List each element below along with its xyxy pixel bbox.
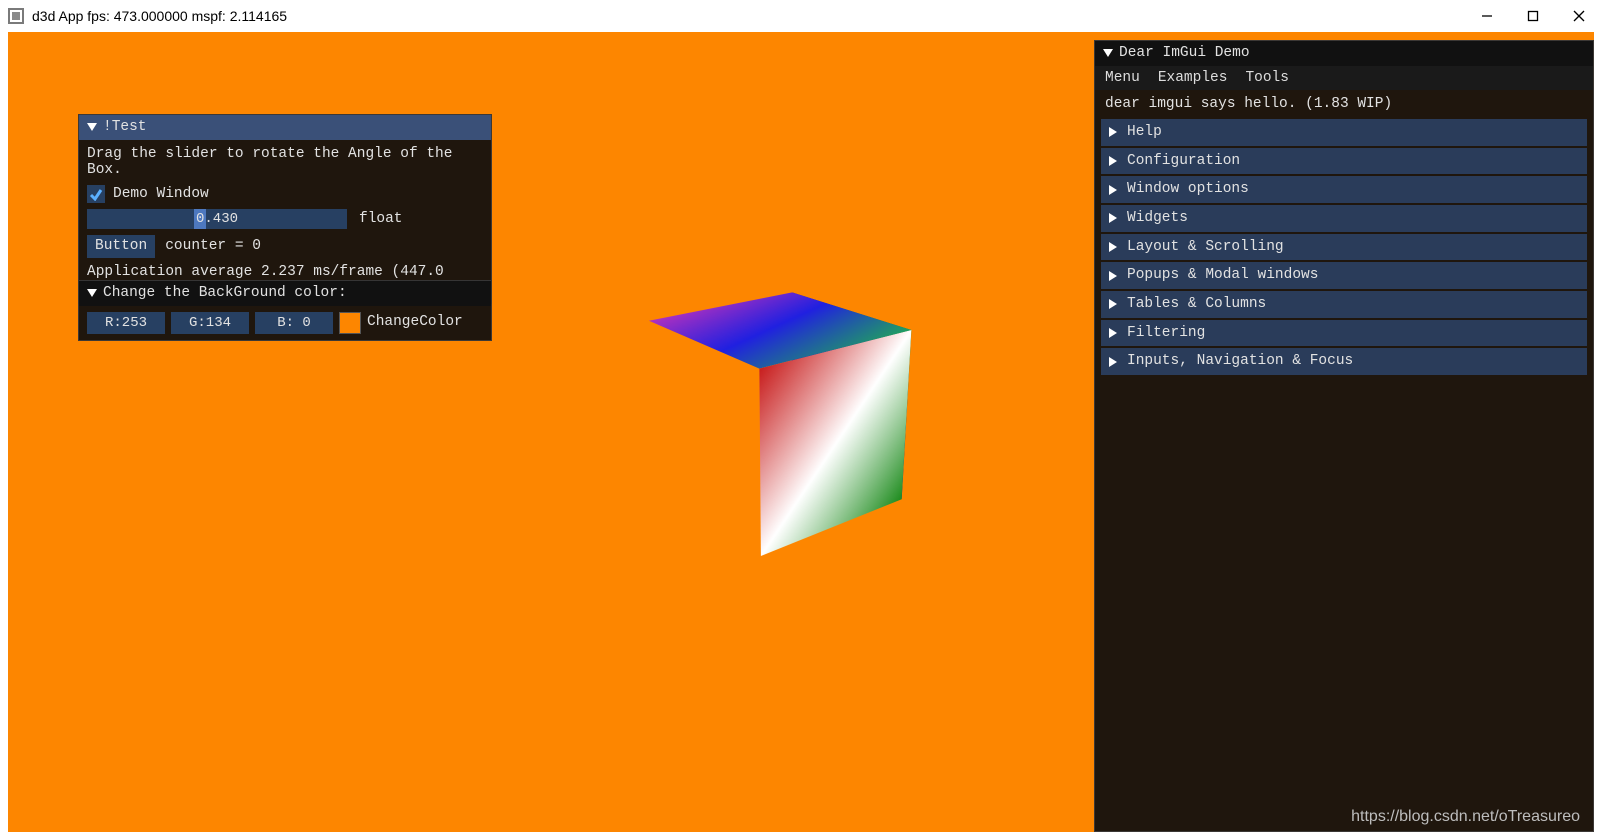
color-b-drag[interactable]: B: 0 (255, 312, 333, 334)
demo-section[interactable]: Configuration (1101, 148, 1587, 175)
chevron-right-icon (1109, 242, 1117, 252)
app-icon (8, 8, 24, 24)
demo-section[interactable]: Help (1101, 119, 1587, 146)
slider-value-text: 0.430 (87, 211, 347, 227)
chevron-right-icon (1109, 271, 1117, 281)
demo-window[interactable]: Dear ImGui Demo Menu Examples Tools dear… (1094, 40, 1594, 832)
box-3d (648, 282, 908, 542)
window-controls (1464, 0, 1602, 32)
checkbox-box (87, 185, 105, 203)
collapse-icon[interactable] (87, 289, 97, 297)
color-panel-titlebar[interactable]: Change the BackGround color: (79, 281, 491, 306)
demo-section-list: Help Configuration Window options Widgets La… (1095, 119, 1593, 381)
close-icon (1573, 10, 1585, 22)
maximize-button[interactable] (1510, 0, 1556, 32)
color-swatch[interactable] (339, 312, 361, 334)
demo-section-label: Popups & Modal windows (1127, 267, 1318, 284)
demo-section-label: Help (1127, 124, 1162, 141)
demo-section[interactable]: Popups & Modal windows (1101, 262, 1587, 289)
demo-window-checkbox[interactable]: Demo Window (87, 185, 483, 203)
chevron-right-icon (1109, 185, 1117, 195)
color-panel-title: Change the BackGround color: (103, 285, 347, 302)
demo-section-label: Filtering (1127, 325, 1205, 342)
check-icon (89, 187, 103, 201)
test-panel[interactable]: !Test Drag the slider to rotate the Angl… (78, 114, 492, 304)
demo-section[interactable]: Layout & Scrolling (1101, 234, 1587, 261)
demo-section-label: Configuration (1127, 153, 1240, 170)
demo-section[interactable]: Window options (1101, 176, 1587, 203)
color-r-drag[interactable]: R:253 (87, 312, 165, 334)
color-g-drag[interactable]: G:134 (171, 312, 249, 334)
demo-section-label: Inputs, Navigation & Focus (1127, 353, 1353, 370)
minimize-icon (1481, 10, 1493, 22)
demo-section-label: Widgets (1127, 210, 1188, 227)
demo-section[interactable]: Inputs, Navigation & Focus (1101, 348, 1587, 375)
slider-label: float (359, 211, 403, 228)
instruction-text: Drag the slider to rotate the Angle of t… (87, 146, 483, 179)
demo-section[interactable]: Widgets (1101, 205, 1587, 232)
counter-text: counter = 0 (165, 238, 261, 255)
demo-titlebar[interactable]: Dear ImGui Demo (1095, 41, 1593, 66)
demo-section-label: Tables & Columns (1127, 296, 1266, 313)
demo-section[interactable]: Tables & Columns (1101, 291, 1587, 318)
maximize-icon (1527, 10, 1539, 22)
collapse-icon[interactable] (87, 123, 97, 131)
window-titlebar: d3d App fps: 473.000000 mspf: 2.114165 (0, 0, 1602, 32)
minimize-button[interactable] (1464, 0, 1510, 32)
chevron-right-icon (1109, 328, 1117, 338)
chevron-right-icon (1109, 213, 1117, 223)
menu-menu[interactable]: Menu (1105, 70, 1140, 87)
demo-hello-text: dear imgui says hello. (1.83 WIP) (1095, 90, 1593, 119)
window-title: d3d App fps: 473.000000 mspf: 2.114165 (32, 8, 287, 24)
demo-section-label: Layout & Scrolling (1127, 239, 1284, 256)
watermark-text: https://blog.csdn.net/oTreasureo (1351, 808, 1580, 826)
button[interactable]: Button (87, 235, 155, 258)
test-panel-titlebar[interactable]: !Test (79, 115, 491, 140)
color-panel[interactable]: Change the BackGround color: R:253 G:134… (78, 280, 492, 341)
demo-title: Dear ImGui Demo (1119, 45, 1250, 62)
viewport: !Test Drag the slider to rotate the Angl… (8, 32, 1594, 832)
float-slider[interactable]: 0.430 (87, 209, 347, 229)
demo-section-label: Window options (1127, 181, 1249, 198)
color-label: ChangeColor (367, 314, 463, 331)
demo-menubar: Menu Examples Tools (1095, 66, 1593, 91)
menu-tools[interactable]: Tools (1245, 70, 1289, 87)
demo-section[interactable]: Filtering (1101, 320, 1587, 347)
chevron-right-icon (1109, 127, 1117, 137)
chevron-right-icon (1109, 299, 1117, 309)
demo-window-label: Demo Window (113, 186, 209, 203)
menu-examples[interactable]: Examples (1158, 70, 1228, 87)
chevron-right-icon (1109, 156, 1117, 166)
test-panel-title: !Test (103, 119, 147, 136)
collapse-icon[interactable] (1103, 49, 1113, 57)
close-button[interactable] (1556, 0, 1602, 32)
chevron-right-icon (1109, 357, 1117, 367)
